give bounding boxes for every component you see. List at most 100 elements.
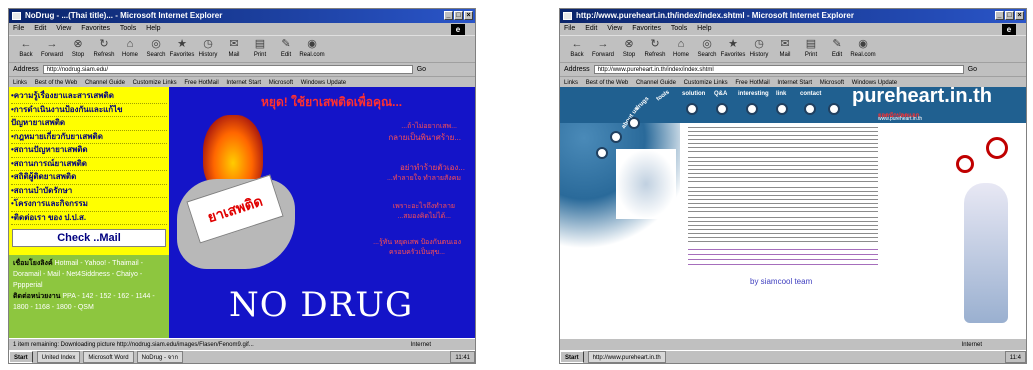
sidebar-item[interactable]: •การดำเนินงานป้องกันและแก้ไข [11, 104, 167, 117]
close-button[interactable]: × [1015, 11, 1024, 20]
link-best-of-web[interactable]: Best of the Web [35, 80, 78, 86]
address-input[interactable]: http://www.pureheart.in.th/index/index.s… [593, 65, 964, 74]
taskbar-item[interactable]: United Index [36, 351, 81, 363]
site-logo-url: www.pureheart.in.th [878, 116, 923, 122]
go-button[interactable]: Go [417, 66, 426, 73]
link-internet-start[interactable]: Internet Start [226, 80, 261, 86]
menu-view[interactable]: View [607, 25, 622, 32]
menu-tools[interactable]: Tools [120, 25, 136, 32]
favorites-button[interactable]: ★ Favorites [169, 36, 195, 62]
sidebar-item[interactable]: •โครงการและกิจกรรม [11, 198, 167, 212]
toolbar: ← Back → Forward ⊗ Stop ↻ Refresh ⌂ Home ◎ Sea… [9, 36, 475, 63]
minimize-button[interactable]: _ [444, 11, 453, 20]
taskbar-item[interactable]: Microsoft Word [83, 351, 134, 363]
address-input[interactable]: http://nodrug.siam.edu/ [42, 65, 413, 74]
mail-button[interactable]: ✉ Mail [221, 36, 247, 62]
link-windows-update[interactable]: Windows Update [301, 80, 346, 86]
forward-button[interactable]: → Forward [39, 36, 65, 62]
sidebar-item[interactable]: •สถิติผู้ติดยาเสพติด [11, 171, 167, 185]
forward-button[interactable]: → Forward [590, 36, 616, 62]
nav-circle-icon[interactable] [828, 103, 840, 115]
menu-file[interactable]: File [13, 25, 24, 32]
search-button[interactable]: ◎ Search [694, 36, 720, 62]
credit-text[interactable]: by siamcool team [750, 277, 812, 286]
go-button[interactable]: Go [968, 66, 977, 73]
menu-edit[interactable]: Edit [585, 25, 597, 32]
sidebar-item[interactable]: •สถานปัญหายาเสพติด [11, 144, 167, 158]
nav-circle-icon[interactable] [628, 117, 640, 129]
link-free-hotmail[interactable]: Free HotMail [184, 80, 218, 86]
start-button[interactable]: Start [560, 351, 584, 363]
nav-circle-icon[interactable] [596, 147, 608, 159]
menu-help[interactable]: Help [146, 25, 160, 32]
menu-view[interactable]: View [56, 25, 71, 32]
sidebar-item[interactable]: ปัญหายาเสพติด [11, 117, 167, 131]
search-button[interactable]: ◎ Search [143, 36, 169, 62]
nav-circle-icon[interactable] [746, 103, 758, 115]
menu-file[interactable]: File [564, 25, 575, 32]
menu-favorites[interactable]: Favorites [81, 25, 110, 32]
link-windows-update[interactable]: Windows Update [852, 80, 897, 86]
maximize-button[interactable]: □ [1005, 11, 1014, 20]
back-button[interactable]: ← Back [564, 36, 590, 62]
nav-link[interactable]: link [776, 91, 786, 97]
link-channel-guide[interactable]: Channel Guide [85, 80, 125, 86]
taskbar-item[interactable]: NoDrug - จาก [136, 351, 184, 363]
sidebar-item[interactable]: •สถานการณ์ยาเสพติด [11, 158, 167, 171]
realcom-button[interactable]: ◉ Real.com [299, 36, 325, 62]
close-button[interactable]: × [464, 11, 473, 20]
edit-button[interactable]: ✎ Edit [824, 36, 850, 62]
start-button[interactable]: Start [9, 351, 33, 363]
nav-circle-icon[interactable] [776, 103, 788, 115]
nav-circle-icon[interactable] [804, 103, 816, 115]
nav-qa[interactable]: Q&A [714, 91, 727, 97]
realcom-icon: ◉ [858, 38, 868, 50]
link-microsoft[interactable]: Microsoft [269, 80, 293, 86]
sidebar-item[interactable]: •ความรู้เรื่องยาและสารเสพติด [11, 90, 167, 104]
refresh-icon: ↻ [99, 38, 109, 50]
favorites-button[interactable]: ★ Favorites [720, 36, 746, 62]
stop-button[interactable]: ⊗ Stop [65, 36, 91, 62]
nav-circle-icon[interactable] [686, 103, 698, 115]
system-tray-clock: 11:4 [1004, 351, 1026, 363]
link-channel-guide[interactable]: Channel Guide [636, 80, 676, 86]
menu-edit[interactable]: Edit [34, 25, 46, 32]
nav-solution[interactable]: solution [682, 91, 705, 97]
sidebar-item[interactable]: •กฎหมายเกี่ยวกับยาเสพติด [11, 131, 167, 144]
maximize-button[interactable]: □ [454, 11, 463, 20]
link-best-of-web[interactable]: Best of the Web [586, 80, 629, 86]
stop-button[interactable]: ⊗ Stop [616, 36, 642, 62]
nav-circle-icon[interactable] [716, 103, 728, 115]
minimize-button[interactable]: _ [995, 11, 1004, 20]
check-mail-button[interactable]: Check ..Mail [12, 229, 166, 247]
refresh-button[interactable]: ↻ Refresh [91, 36, 117, 62]
refresh-button[interactable]: ↻ Refresh [642, 36, 668, 62]
home-button[interactable]: ⌂ Home [668, 36, 694, 62]
print-button[interactable]: ▤ Print [798, 36, 824, 62]
nav-circle-icon[interactable] [610, 131, 622, 143]
nav-contact[interactable]: contact [800, 91, 821, 97]
home-button[interactable]: ⌂ Home [117, 36, 143, 62]
sidebar-item[interactable]: •สถานบำบัดรักษา [11, 185, 167, 198]
link-microsoft[interactable]: Microsoft [820, 80, 844, 86]
link-internet-start[interactable]: Internet Start [777, 80, 812, 86]
link-customize-links[interactable]: Customize Links [684, 80, 728, 86]
sidebar-item[interactable]: •ติดต่อเรา ของ ป.ป.ส. [11, 212, 167, 225]
menu-favorites[interactable]: Favorites [632, 25, 661, 32]
print-button[interactable]: ▤ Print [247, 36, 273, 62]
menu-tools[interactable]: Tools [671, 25, 687, 32]
link-customize-links[interactable]: Customize Links [133, 80, 177, 86]
print-icon: ▤ [805, 38, 817, 50]
mail-button[interactable]: ✉ Mail [772, 36, 798, 62]
edit-button[interactable]: ✎ Edit [273, 36, 299, 62]
article-links[interactable] [688, 249, 878, 269]
link-free-hotmail[interactable]: Free HotMail [735, 80, 769, 86]
history-button[interactable]: ◷ History [195, 36, 221, 62]
taskbar-item[interactable]: http://www.pureheart.in.th [587, 351, 666, 363]
back-button[interactable]: ← Back [13, 36, 39, 62]
menu-help[interactable]: Help [697, 25, 711, 32]
realcom-button[interactable]: ◉ Real.com [850, 36, 876, 62]
nav-interesting[interactable]: interesting [738, 91, 769, 97]
banner-main: หยุด! ใช้ยาเสพติดเพื่อคุณ... ยาเสพติด ..… [169, 87, 475, 339]
history-button[interactable]: ◷ History [746, 36, 772, 62]
